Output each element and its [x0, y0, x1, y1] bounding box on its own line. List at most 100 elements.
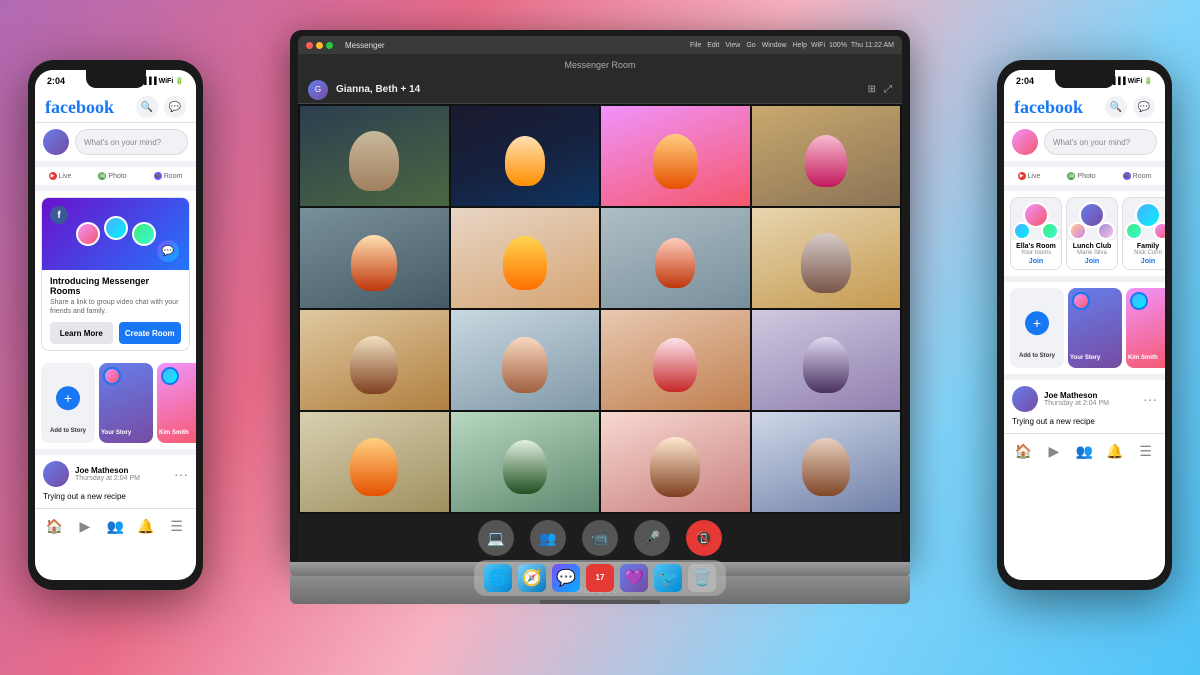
maximize-btn[interactable] [326, 42, 333, 49]
story-avatar-2-left [161, 367, 179, 385]
dock-fbmessenger-icon[interactable]: 💜 [620, 564, 648, 592]
phone-screen-left: 2:04 ▐▐▐ WiFi 🔋 facebook 🔍 💬 What's on y… [35, 70, 196, 580]
fullscreen-icon[interactable]: ⤢ [884, 84, 892, 95]
post-author-name-right: Joe Matheson [1044, 391, 1137, 400]
add-story-left[interactable]: + Add to Story [41, 363, 95, 443]
bottom-nav-right: 🏠 ▶ 👥 🔔 ☰ [1004, 433, 1165, 469]
window-title: Messenger Room [298, 54, 902, 76]
post-input-left[interactable]: What's on your mind? [75, 129, 188, 155]
room-sub-av-3a [1125, 222, 1143, 240]
bottom-nav-left: 🏠 ▶ 👥 🔔 ☰ [35, 508, 196, 544]
post-text-left: Trying out a new recipe [43, 491, 188, 502]
rooms-card-body-left: Introducing Messenger Rooms Share a link… [42, 270, 189, 350]
nav-video-right[interactable]: ▶ [1040, 438, 1068, 466]
photo-action-left[interactable]: 🖼 Photo [94, 170, 130, 182]
search-icon-right[interactable]: 🔍 [1105, 96, 1127, 118]
phone-screen-right: 2:04 ▐▐▐ WiFi 🔋 facebook 🔍 💬 What's on y… [1004, 70, 1165, 580]
search-icon-left[interactable]: 🔍 [136, 96, 158, 118]
live-action-right[interactable]: ▶ Live [1014, 170, 1045, 182]
kim-story-left[interactable]: Kim Smith [157, 363, 196, 443]
end-call-btn[interactable]: 📵 [686, 520, 722, 556]
nav-people-left[interactable]: 👥 [101, 513, 129, 541]
live-action-left[interactable]: ▶ Live [45, 170, 76, 182]
room-sub-av-2b [1097, 222, 1115, 240]
dock: 🌐 🧭 💬 17 💜 🐦 🗑️ [474, 560, 726, 596]
room-sub-av-2a [1069, 222, 1087, 240]
video-cell-5 [300, 208, 449, 308]
learn-more-btn-left[interactable]: Learn More [50, 322, 113, 344]
post-more-right[interactable]: ··· [1143, 391, 1157, 407]
dock-safari-icon[interactable]: 🧭 [518, 564, 546, 592]
video-btn[interactable]: 📹 [582, 520, 618, 556]
menu-help[interactable]: Help [793, 42, 807, 49]
dock-bird-icon[interactable]: 🐦 [654, 564, 682, 592]
nav-menu-right[interactable]: ☰ [1132, 438, 1160, 466]
fb-header-icons-left: 🔍 💬 [136, 96, 186, 118]
messenger-icon-right[interactable]: 💬 [1133, 96, 1155, 118]
photo-label-right: Photo [1077, 173, 1095, 180]
fb-header-right: facebook 🔍 💬 [1004, 92, 1165, 123]
room-sub-av-3b [1153, 222, 1165, 240]
post-author-name-left: Joe Matheson [75, 466, 168, 475]
room-join-2[interactable]: Join [1067, 258, 1117, 265]
photo-action-right[interactable]: 🖼 Photo [1063, 170, 1099, 182]
phone-status-right-right: ▐▐▐ WiFi 🔋 [1111, 77, 1153, 85]
fb-header-icons-right: 🔍 💬 [1105, 96, 1155, 118]
room-dot-right: 📹 [1123, 172, 1131, 180]
rooms-card-btns-left: Learn More Create Room [50, 322, 181, 344]
mute-btn[interactable]: 🎤 [634, 520, 670, 556]
nav-notify-left[interactable]: 🔔 [132, 513, 160, 541]
dock-finder-icon[interactable]: 🌐 [484, 564, 512, 592]
menu-go[interactable]: Go [746, 42, 755, 49]
post-input-right[interactable]: What's on your mind? [1044, 129, 1157, 155]
menu-file[interactable]: File [690, 42, 701, 49]
room-label-right: Room [1133, 173, 1152, 180]
create-room-btn-left[interactable]: Create Room [119, 322, 182, 344]
add-story-right[interactable]: + Add to Story [1010, 288, 1064, 368]
your-story-left[interactable]: Your Story [99, 363, 153, 443]
post-bar-left: What's on your mind? [35, 123, 196, 167]
rooms-av-3 [132, 222, 156, 246]
menu-view[interactable]: View [725, 42, 740, 49]
room-action-left[interactable]: 📹 Room [150, 170, 187, 182]
kim-story-right[interactable]: Kim Smith [1126, 288, 1165, 368]
phone-left: 2:04 ▐▐▐ WiFi 🔋 facebook 🔍 💬 What's on y… [28, 60, 203, 590]
fb-logo-right: facebook [1014, 97, 1105, 118]
feed-post-left: Joe Matheson Thursday at 2:04 PM ··· Try… [35, 455, 196, 508]
nav-video-left[interactable]: ▶ [71, 513, 99, 541]
nav-home-right[interactable]: 🏠 [1009, 438, 1037, 466]
video-cell-10 [451, 310, 600, 410]
fb-header-left: facebook 🔍 💬 [35, 92, 196, 123]
stories-row-left: + Add to Story Your Story Kim Smith Joel… [35, 357, 196, 455]
room-card-3: Family Nick Corni Join [1122, 197, 1165, 270]
call-controls: 💻 👥 📹 🎤 📵 [298, 514, 902, 562]
post-more-left[interactable]: ··· [174, 466, 188, 482]
room-action-right[interactable]: 📹 Room [1119, 170, 1156, 182]
nav-home-left[interactable]: 🏠 [40, 513, 68, 541]
minimize-btn[interactable] [316, 42, 323, 49]
menu-window[interactable]: Window [762, 42, 787, 49]
nav-notify-right[interactable]: 🔔 [1101, 438, 1129, 466]
phone-notch-right [1055, 70, 1115, 88]
dock-trash-icon[interactable]: 🗑️ [688, 564, 716, 592]
close-btn[interactable] [306, 42, 313, 49]
battery-icon: 🔋 [175, 77, 184, 85]
nav-menu-left[interactable]: ☰ [163, 513, 191, 541]
your-story-right[interactable]: Your Story [1068, 288, 1122, 368]
photo-dot-right: 🖼 [1067, 172, 1075, 180]
dock-messenger-icon[interactable]: 💬 [552, 564, 580, 592]
messenger-icon-left[interactable]: 💬 [164, 96, 186, 118]
laptop: Messenger File Edit View Go Window Help … [290, 30, 910, 604]
user-avatar-right [1012, 129, 1038, 155]
room-join-1[interactable]: Join [1011, 258, 1061, 265]
video-cell-9 [300, 310, 449, 410]
menu-edit[interactable]: Edit [707, 42, 719, 49]
room-sub-av-1b [1041, 222, 1059, 240]
dock-calendar-icon[interactable]: 17 [586, 564, 614, 592]
screen-share-btn[interactable]: 💻 [478, 520, 514, 556]
participants-btn[interactable]: 👥 [530, 520, 566, 556]
nav-people-right[interactable]: 👥 [1070, 438, 1098, 466]
room-join-3[interactable]: Join [1123, 258, 1165, 265]
grid-icon[interactable]: ⊞ [868, 84, 876, 95]
add-story-label-left: Add to Story [50, 428, 86, 435]
